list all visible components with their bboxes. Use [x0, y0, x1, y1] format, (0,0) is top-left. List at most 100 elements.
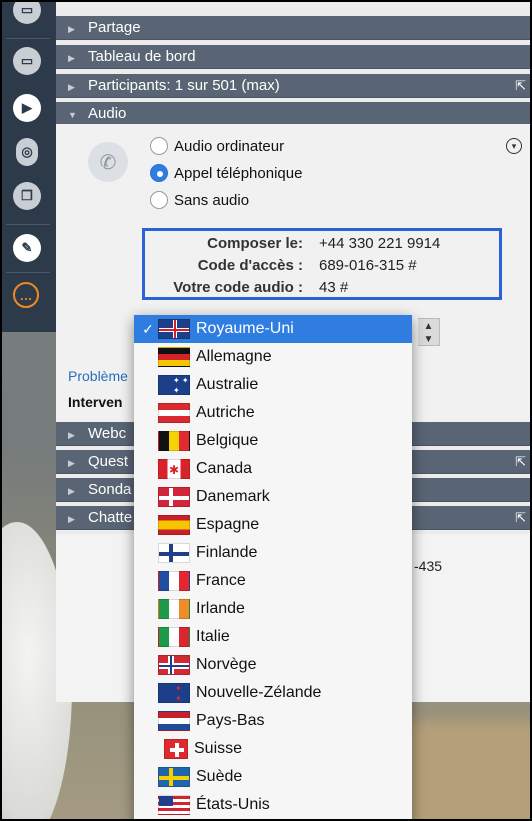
toolbar-divider	[6, 272, 50, 273]
audio-code-value: 43 #	[319, 279, 349, 296]
country-option-canada[interactable]: ✱ Canada	[134, 455, 412, 483]
popout-icon[interactable]: ⇱	[515, 450, 526, 474]
country-option-danemark[interactable]: Danemark	[134, 483, 412, 511]
speakers-label: Interven	[68, 394, 123, 410]
section-label: Partage	[88, 19, 141, 36]
country-option-autriche[interactable]: Autriche	[134, 399, 412, 427]
section-audio[interactable]: ▼ Audio	[56, 102, 530, 126]
radio-label: Sans audio	[174, 191, 250, 209]
radio-button-selected[interactable]	[150, 164, 168, 182]
phone-icon: ✆	[88, 142, 128, 182]
radio-button[interactable]	[150, 191, 168, 209]
radio-button[interactable]	[150, 137, 168, 155]
pencil-icon[interactable]: ✎	[13, 234, 41, 262]
country-option-belgique[interactable]: Belgique	[134, 427, 412, 455]
switzerland-flag-icon	[164, 739, 188, 759]
problem-link[interactable]: Problème	[68, 368, 128, 384]
country-label: Autriche	[196, 404, 255, 421]
country-label: Espagne	[196, 516, 260, 533]
country-select-stepper[interactable]: ▲ ▼	[418, 318, 440, 346]
section-label: Tableau de bord	[88, 48, 196, 65]
audio-code-label: Votre code audio :	[173, 279, 303, 296]
screenshot-frame: ▭ ▭ ▶ ◎ ❐ ✎ … ▶ Partage ▶ Tableau de bord …	[0, 0, 532, 821]
mouse-icon[interactable]: ◎	[16, 138, 38, 166]
country-dropdown-menu[interactable]: ✓ Royaume-Uni Allemagne ✦ ✦ ✦ Australie A…	[134, 315, 412, 819]
chat-icon[interactable]: …	[13, 282, 39, 308]
radio-label: Audio ordinateur	[174, 137, 285, 155]
section-tableau-de-bord[interactable]: ▶ Tableau de bord	[56, 45, 530, 69]
france-flag-icon	[158, 571, 190, 591]
checkmark-icon: ✓	[142, 320, 154, 337]
country-label: Irlande	[196, 600, 245, 617]
country-label: Pays-Bas	[196, 712, 265, 729]
country-label: Royaume-Uni	[196, 320, 294, 337]
expand-triangle-icon: ▶	[68, 24, 75, 34]
country-label: Nouvelle-Zélande	[196, 684, 322, 701]
country-label: France	[196, 572, 246, 589]
country-option-espagne[interactable]: Espagne	[134, 511, 412, 539]
country-label: Suède	[196, 768, 243, 785]
finland-flag-icon	[158, 543, 190, 563]
denmark-flag-icon	[158, 487, 190, 507]
country-option-royaume-uni[interactable]: ✓ Royaume-Uni	[134, 315, 412, 343]
country-label: Suisse	[194, 740, 243, 757]
radio-appel-telephonique[interactable]: Appel téléphonique	[150, 163, 302, 183]
country-option-nouvelle-zelande[interactable]: ✦ ✦✦ Nouvelle-Zélande	[134, 679, 412, 707]
uk-flag-icon	[158, 319, 190, 339]
section-participants[interactable]: ▶ Participants: 1 sur 501 (max) ⇱	[56, 74, 530, 98]
germany-flag-icon	[158, 347, 190, 367]
expand-triangle-icon: ▶	[68, 514, 75, 524]
section-partage[interactable]: ▶ Partage	[56, 16, 530, 40]
toolbar-divider	[6, 38, 50, 39]
spain-flag-icon	[158, 515, 190, 535]
country-option-norvege[interactable]: Norvège	[134, 651, 412, 679]
section-label: Sonda	[88, 481, 132, 498]
screen-share-icon[interactable]: ▭	[13, 47, 41, 75]
country-option-france[interactable]: France	[134, 567, 412, 595]
country-label: Danemark	[196, 488, 270, 505]
popout-icon[interactable]: ⇱	[515, 74, 526, 98]
country-label: États-Unis	[196, 796, 270, 813]
section-label: Webc	[88, 425, 127, 442]
copy-icon[interactable]: ❐	[13, 182, 41, 210]
radio-sans-audio[interactable]: Sans audio	[150, 190, 249, 210]
country-label: Finlande	[196, 544, 258, 561]
popout-icon[interactable]: ⇱	[515, 506, 526, 530]
dial-number-label: Composer le:	[207, 235, 303, 252]
norway-flag-icon	[158, 655, 190, 675]
dial-in-info-box: Composer le: +44 330 221 9914 Code d'acc…	[142, 228, 502, 300]
number-fragment: -435	[414, 558, 443, 574]
sweden-flag-icon	[158, 767, 190, 787]
country-option-allemagne[interactable]: Allemagne	[134, 343, 412, 371]
italy-flag-icon	[158, 627, 190, 647]
country-option-australie[interactable]: ✦ ✦ ✦ Australie	[134, 371, 412, 399]
toolbar-divider	[6, 224, 50, 225]
country-option-suisse[interactable]: Suisse	[134, 735, 412, 763]
country-option-irlande[interactable]: Irlande	[134, 595, 412, 623]
country-option-suede[interactable]: Suède	[134, 763, 412, 791]
expand-triangle-icon: ▶	[68, 53, 75, 63]
country-option-etats-unis[interactable]: États-Unis	[134, 791, 412, 819]
country-label: Norvège	[196, 656, 257, 673]
country-label: Italie	[196, 628, 230, 645]
country-option-italie[interactable]: Italie	[134, 623, 412, 651]
country-option-pays-bas[interactable]: Pays-Bas	[134, 707, 412, 735]
expand-triangle-icon: ▶	[68, 458, 75, 468]
country-option-finlande[interactable]: Finlande	[134, 539, 412, 567]
play-icon[interactable]: ▶	[13, 94, 41, 122]
radio-audio-ordinateur[interactable]: Audio ordinateur	[150, 136, 284, 156]
section-label: Audio	[88, 105, 127, 122]
country-label: Allemagne	[196, 348, 272, 365]
netherlands-flag-icon	[158, 711, 190, 731]
country-label: Canada	[196, 460, 253, 477]
section-label: Chatte	[88, 509, 133, 526]
australia-flag-icon: ✦ ✦ ✦	[158, 375, 190, 395]
country-label: Australie	[196, 376, 259, 393]
video-icon[interactable]: ▭	[13, 2, 41, 24]
options-dropdown-icon[interactable]: ▾	[506, 138, 522, 154]
expand-triangle-icon: ▶	[68, 82, 75, 92]
section-label: Participants: 1 sur 501 (max)	[88, 77, 280, 94]
country-label: Belgique	[196, 432, 259, 449]
radio-label: Appel téléphonique	[174, 164, 303, 182]
audio-code-row: Votre code audio : 43 #	[145, 277, 499, 299]
